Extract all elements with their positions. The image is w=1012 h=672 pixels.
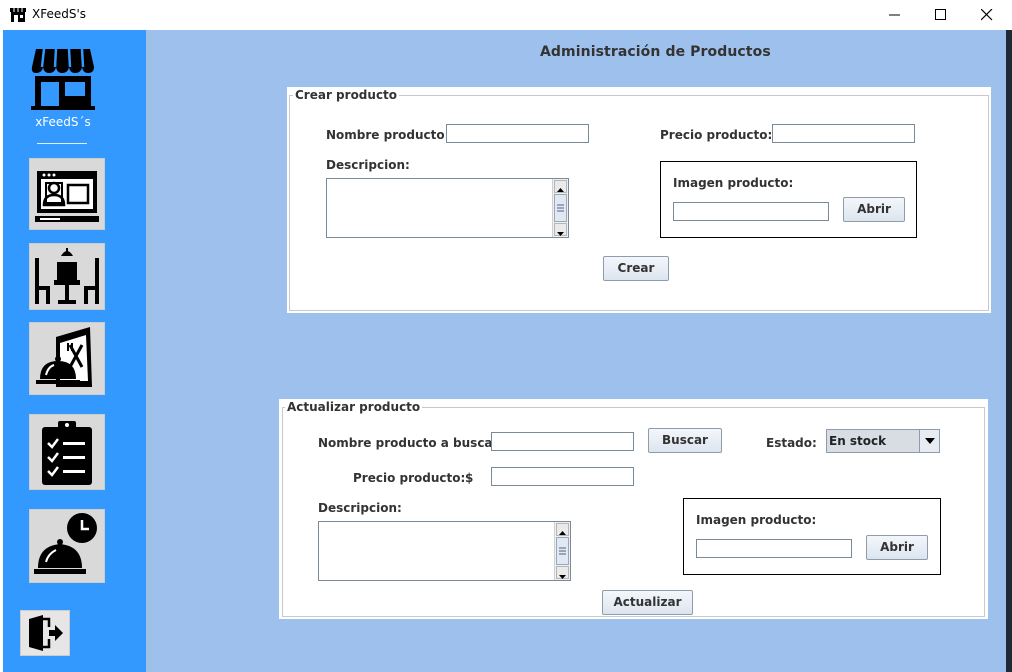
- window-edge: [1006, 30, 1012, 672]
- brand-divider: [37, 143, 87, 144]
- logout-button[interactable]: [20, 610, 70, 656]
- currency-symbol: $: [465, 471, 474, 485]
- page-title: Administración de Productos: [540, 44, 771, 60]
- sidebar-item-users[interactable]: [29, 158, 105, 230]
- image-box: Imagen producto: Abrir: [660, 161, 917, 238]
- store-logo-icon: [31, 48, 95, 110]
- state-select-value: En stock: [829, 434, 887, 448]
- scroll-down-icon[interactable]: [554, 223, 567, 236]
- update-price-input[interactable]: [491, 467, 634, 486]
- search-button[interactable]: Buscar: [648, 428, 722, 453]
- search-name-input[interactable]: [491, 432, 634, 451]
- close-icon: [981, 9, 993, 21]
- state-select[interactable]: En stock: [826, 429, 940, 453]
- app-window: XFeedS's xFeedS´s Administración de Prod…: [0, 0, 1012, 672]
- state-dropdown-button[interactable]: [919, 430, 939, 452]
- price-label: Precio producto:: [660, 128, 773, 142]
- update-description-scrollbar[interactable]: [554, 522, 570, 580]
- name-label: Nombre producto:: [326, 128, 450, 142]
- description-scrollbar[interactable]: [552, 179, 568, 237]
- maximize-icon: [935, 9, 946, 20]
- scroll-thumb[interactable]: [556, 537, 569, 565]
- store-icon: [10, 8, 26, 22]
- description-label: Descripcion:: [326, 158, 410, 172]
- scroll-down-icon[interactable]: [556, 566, 569, 579]
- menu-cloche-icon: [36, 327, 92, 387]
- cloche-clock-icon: [34, 513, 97, 574]
- update-description-label: Descripcion:: [318, 501, 402, 515]
- create-product-panel: Crear producto Nombre producto: Precio p…: [287, 87, 991, 313]
- dining-table-icon: [35, 248, 99, 304]
- close-button[interactable]: [964, 0, 1010, 30]
- window-title: XFeedS's: [32, 7, 87, 21]
- update-description-textarea[interactable]: [318, 521, 571, 581]
- chevron-down-icon: [925, 438, 935, 444]
- logout-icon: [29, 615, 63, 651]
- product-name-input[interactable]: [446, 124, 589, 143]
- brand-name: xFeedS´s: [35, 115, 91, 129]
- sidebar-item-menu[interactable]: [29, 322, 105, 395]
- state-label: Estado:: [766, 436, 817, 450]
- image-label: Imagen producto:: [673, 176, 794, 190]
- scroll-up-icon[interactable]: [556, 523, 569, 536]
- update-price-label: Precio producto:: [353, 471, 466, 485]
- sidebar: xFeedS´s: [3, 30, 146, 672]
- minimize-icon: [889, 14, 900, 16]
- main-area: Administración de Productos Crear produc…: [152, 30, 1006, 672]
- update-image-path-input[interactable]: [696, 539, 852, 558]
- update-button[interactable]: Actualizar: [602, 590, 693, 615]
- open-image-button[interactable]: Abrir: [843, 197, 905, 222]
- title-bar: XFeedS's: [0, 0, 1012, 30]
- create-product-legend: Crear producto: [293, 88, 400, 102]
- monitor-user-icon: [35, 171, 99, 222]
- update-image-label: Imagen producto:: [696, 513, 817, 527]
- image-path-input[interactable]: [673, 202, 829, 221]
- update-open-image-button[interactable]: Abrir: [866, 535, 928, 560]
- scroll-up-icon[interactable]: [554, 180, 567, 193]
- minimize-button[interactable]: [872, 0, 918, 30]
- update-image-box: Imagen producto: Abrir: [683, 498, 941, 575]
- description-textarea[interactable]: [326, 178, 569, 238]
- create-button[interactable]: Crear: [603, 256, 669, 281]
- sidebar-item-reservations[interactable]: [29, 509, 105, 583]
- product-price-input[interactable]: [772, 124, 915, 143]
- search-name-label: Nombre producto a buscar:: [318, 436, 504, 450]
- sidebar-item-tables[interactable]: [29, 243, 105, 310]
- sidebar-item-orders[interactable]: [29, 414, 105, 490]
- update-product-legend: Actualizar producto: [285, 400, 423, 414]
- update-product-panel: Actualizar producto Nombre producto a bu…: [279, 399, 988, 619]
- clipboard-checklist-icon: [42, 421, 92, 485]
- maximize-button[interactable]: [918, 0, 964, 30]
- scroll-thumb[interactable]: [554, 194, 567, 222]
